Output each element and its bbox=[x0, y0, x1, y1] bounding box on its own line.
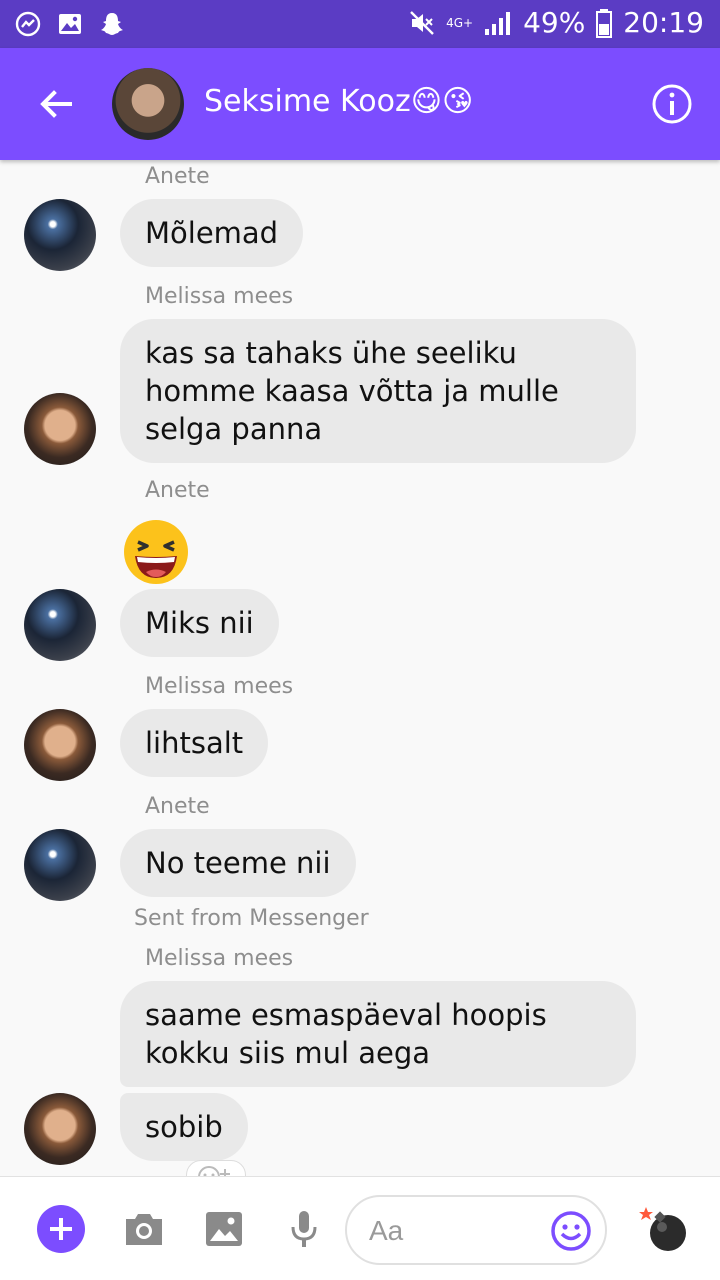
message-bubble[interactable]: Miks nii bbox=[120, 589, 279, 657]
avatar[interactable] bbox=[24, 393, 96, 465]
avatar[interactable] bbox=[24, 829, 96, 901]
battery-icon bbox=[596, 8, 613, 38]
message-bubble[interactable]: No teeme nii bbox=[120, 829, 356, 897]
message-bubble[interactable]: Mõlemad bbox=[120, 199, 304, 267]
message-input-field[interactable] bbox=[345, 1195, 607, 1265]
sender-name: Melissa mees bbox=[145, 284, 294, 309]
clock: 20:19 bbox=[623, 6, 704, 39]
add-reaction-icon bbox=[198, 1166, 230, 1176]
sender-name: Melissa mees bbox=[145, 674, 294, 699]
signal-icon bbox=[485, 11, 511, 35]
conversation-title[interactable]: Seksime Kooz😋😘 bbox=[204, 84, 473, 119]
plus-icon[interactable] bbox=[37, 1205, 85, 1253]
message-list[interactable]: Anete Mõlemad Melissa mees kas sa tahaks… bbox=[0, 160, 720, 1176]
message-bubble[interactable]: kas sa tahaks ühe seeliku homme kaasa võ… bbox=[120, 319, 636, 463]
message-bubble[interactable]: sobib bbox=[120, 1093, 248, 1161]
sender-name: Anete bbox=[145, 478, 210, 503]
bomb-icon[interactable] bbox=[638, 1203, 690, 1255]
messenger-icon bbox=[15, 11, 41, 37]
network-type: 4G+ bbox=[446, 15, 474, 30]
gallery-icon bbox=[59, 14, 81, 34]
emoji-icon[interactable] bbox=[549, 1209, 593, 1253]
message-composer bbox=[0, 1176, 720, 1280]
back-arrow-icon[interactable] bbox=[34, 82, 78, 126]
add-reaction-button[interactable] bbox=[186, 1160, 246, 1176]
avatar[interactable] bbox=[24, 199, 96, 271]
message-bubble[interactable]: lihtsalt bbox=[120, 709, 269, 777]
sender-name: Anete bbox=[145, 794, 210, 819]
sender-name: Anete bbox=[145, 164, 210, 189]
avatar[interactable] bbox=[24, 709, 96, 781]
status-bar: 4G+ 49% 20:19 bbox=[0, 0, 720, 48]
message-input[interactable] bbox=[369, 1211, 549, 1251]
sender-name: Melissa mees bbox=[145, 946, 294, 971]
grinning-squinting-emoji[interactable] bbox=[122, 518, 190, 586]
avatar[interactable] bbox=[24, 1093, 96, 1165]
conversation-avatar[interactable] bbox=[112, 68, 184, 140]
sent-from-note: Sent from Messenger bbox=[134, 906, 369, 931]
message-bubble[interactable]: saame esmaspäeval hoopis kokku siis mul … bbox=[120, 981, 636, 1087]
battery-percent: 49% bbox=[523, 6, 586, 39]
microphone-icon[interactable] bbox=[282, 1207, 326, 1251]
image-icon[interactable] bbox=[202, 1207, 246, 1251]
conversation-header: Seksime Kooz😋😘 bbox=[0, 48, 720, 160]
camera-icon[interactable] bbox=[122, 1207, 166, 1251]
info-icon[interactable] bbox=[650, 82, 694, 126]
mute-icon bbox=[410, 10, 434, 35]
avatar[interactable] bbox=[24, 589, 96, 661]
snapchat-icon bbox=[101, 13, 123, 35]
